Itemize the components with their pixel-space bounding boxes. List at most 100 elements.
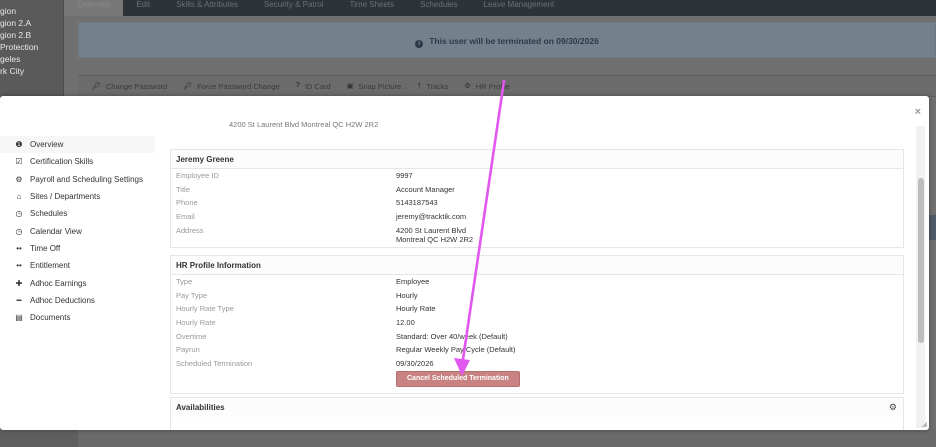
background-sidebar-item[interactable]: gion 2.B — [0, 29, 38, 41]
detail-row: Overtime Standard: Over 40/week (Default) — [171, 330, 903, 344]
map-pin-icon: † — [417, 82, 422, 90]
detail-label: Hourly Rate Type — [176, 304, 234, 314]
camera-icon: ▣ — [346, 83, 354, 90]
force-password-change-button[interactable]: 🔑︎ Force Password Change — [175, 82, 287, 91]
background-sidebar-item[interactable]: rk City — [0, 65, 38, 77]
hr-profile-button[interactable]: ⚙︎ HR Profile — [456, 82, 517, 91]
snap-picture-button[interactable]: ▣ Snap Picture — [339, 82, 410, 91]
sidebar-item-time-off[interactable]: •• Time Off — [0, 240, 155, 257]
sidebar-item-overview[interactable]: ❶ Overview — [0, 136, 155, 154]
sidebar-item-label: Documents — [30, 313, 71, 323]
sidebar-item-label: Time Off — [30, 243, 61, 253]
hr-profile-modal: × ❶ Overview ☑ Certification Skills ⚙︎ Payrol… — [0, 96, 929, 430]
detail-value: Account Manager — [396, 184, 455, 194]
sidebar-item-sites-departments[interactable]: ⌂ Sites / Departments — [0, 188, 155, 205]
sidebar-item-label: Adhoc Deductions — [30, 295, 95, 305]
modal-sidebar: ❶ Overview ☑ Certification Skills ⚙︎ Payroll … — [0, 136, 155, 326]
profile-panel-title: Jeremy Greene — [171, 150, 903, 169]
profile-rows: Employee ID 9997 Title Account Manager Phone… — [171, 169, 903, 224]
background-tabs: Overview Edit Skills & Attributes Security … — [64, 0, 567, 16]
checkbox-icon: ☑ — [15, 157, 23, 167]
key-icon: 🔑︎ — [183, 83, 193, 90]
sidebar-item-label: Sites / Departments — [30, 192, 101, 202]
detail-row: Hourly Rate Type Hourly Rate — [171, 302, 903, 316]
id-card-button[interactable]: ❓︎ ID Card — [288, 82, 339, 91]
key-icon: 🔑︎ — [92, 83, 101, 90]
address-row: Address 4200 St Laurent Blvd Montreal QC… — [171, 224, 903, 246]
detail-value: Regular Weekly Pay Cycle (Default) — [396, 345, 516, 355]
gear-icon: ⚙︎ — [15, 174, 23, 184]
sidebar-item-label: Payroll and Scheduling Settings — [30, 174, 143, 184]
detail-row: Title Account Manager — [171, 183, 903, 197]
sidebar-item-entitlement[interactable]: •• Entitlement — [0, 257, 155, 274]
background-sidebar-item[interactable]: gion — [0, 5, 38, 17]
detail-label: Email — [176, 212, 195, 222]
background-tab[interactable]: Schedules — [407, 0, 470, 16]
background-sidebar-item[interactable]: Protection — [0, 41, 38, 53]
gear-icon: ⚙︎ — [464, 83, 471, 90]
sidebar-item-certification-skills[interactable]: ☑ Certification Skills — [0, 153, 155, 170]
detail-value: jeremy@tracktik.com — [396, 212, 467, 222]
detail-value: Employee — [396, 277, 430, 286]
scrollbar-thumb[interactable] — [918, 178, 924, 343]
background-tab[interactable]: Edit — [123, 0, 163, 16]
modal-content: 4200 St Laurent Blvd Montreal QC H2W 2R2… — [160, 118, 914, 430]
background-sidebar-item[interactable]: gion 2.A — [0, 17, 38, 29]
background-sidebar-item[interactable]: geles — [0, 53, 38, 65]
dots-icon: •• — [16, 261, 22, 271]
detail-label: Scheduled Termination — [176, 359, 253, 369]
address-line-1: 4200 St Laurent Blvd — [396, 225, 467, 235]
detail-row: Hourly Rate 12.00 — [171, 316, 903, 330]
info-icon: ❶ — [15, 140, 23, 150]
background-footer — [0, 430, 936, 447]
address-summary: 4200 St Laurent Blvd Montreal QC H2W 2R2 — [229, 120, 379, 129]
plus-icon: ✚ — [15, 278, 23, 288]
sidebar-item-payroll-and-scheduling-settings[interactable]: ⚙︎ Payroll and Scheduling Settings — [0, 171, 155, 188]
detail-value: 09/30/2026 — [396, 359, 434, 369]
sidebar-item-schedules[interactable]: ◷ Schedules — [0, 205, 155, 222]
minus-icon: ━ — [16, 295, 22, 305]
detail-value: 12.00 — [396, 318, 415, 328]
sidebar-item-label: Entitlement — [30, 261, 71, 271]
detail-value: Hourly Rate — [396, 304, 436, 314]
detail-label: Phone — [176, 198, 198, 208]
background-tab[interactable]: Security & Patrol — [251, 0, 337, 16]
detail-label: Payrun — [176, 345, 200, 355]
sidebar-item-adhoc-earnings[interactable]: ✚ Adhoc Earnings — [0, 274, 155, 291]
availabilities-panel: Availabilities ⚙︎ — [170, 397, 904, 430]
detail-value: Standard: Over 40/week (Default) — [396, 331, 508, 341]
detail-value: 5143187543 — [396, 198, 438, 208]
detail-label: Hourly Rate — [176, 318, 216, 328]
home-icon: ⌂ — [16, 192, 22, 202]
detail-label: Type — [176, 277, 193, 286]
detail-value: Hourly — [396, 290, 418, 300]
clock-icon: ◷ — [15, 209, 23, 219]
change-password-button[interactable]: 🔑︎ Change Password — [84, 82, 175, 91]
sidebar-item-label: Overview — [30, 140, 64, 150]
background-tab[interactable]: Overview — [64, 0, 124, 16]
hr-panel-title: HR Profile Information — [171, 256, 903, 275]
detail-label: Pay Type — [176, 290, 208, 300]
resize-handle[interactable]: ◢ — [922, 420, 927, 428]
detail-row: Employee ID 9997 — [171, 169, 903, 183]
background-tab[interactable]: Time Sheets — [337, 0, 408, 16]
tracks-button[interactable]: † Tracks — [409, 82, 456, 91]
dots-icon: •• — [16, 243, 22, 253]
sidebar-item-documents[interactable]: ▤ Documents — [0, 309, 155, 326]
cancel-termination-row: Cancel Scheduled Termination — [171, 370, 903, 391]
address-line-2: Montreal QC H2W 2R2 — [396, 234, 474, 244]
question-icon: ❓︎ — [295, 82, 300, 89]
background-tab[interactable]: Leave Management — [471, 0, 568, 16]
close-icon[interactable]: × — [915, 106, 921, 118]
profile-panel: Jeremy Greene Employee ID 9997 Title Accoun… — [170, 149, 904, 248]
sidebar-item-calendar-view[interactable]: ◷ Calendar View — [0, 222, 155, 239]
availabilities-title: Availabilities — [171, 398, 903, 417]
sidebar-item-adhoc-deductions[interactable]: ━ Adhoc Deductions — [0, 292, 155, 309]
gear-icon[interactable]: ⚙︎ — [889, 402, 897, 413]
background-sidebar-list: gion gion 2.A gion 2.B Protection geles rk Ci… — [0, 5, 38, 77]
hr-rows: Type Employee Pay Type Hourly Hourly Rate Ty… — [171, 275, 903, 371]
clock-icon: ◷ — [15, 226, 23, 236]
cancel-scheduled-termination-button[interactable]: Cancel Scheduled Termination — [396, 370, 520, 387]
detail-row: Scheduled Termination 09/30/2026 — [171, 357, 903, 371]
background-tab[interactable]: Skills & Attributes — [163, 0, 251, 16]
